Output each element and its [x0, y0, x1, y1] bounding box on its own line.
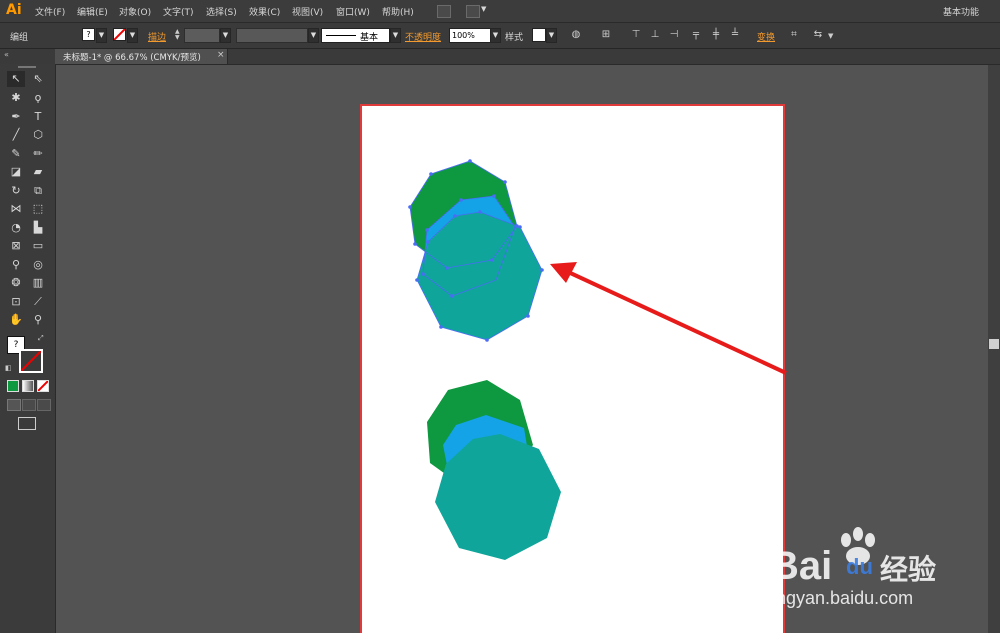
- watermark-jingyan: 经验: [880, 554, 937, 585]
- watermark-brand-suffix: du: [846, 554, 873, 579]
- baidu-watermark: Bai du 经验 jingyan.baidu.com: [768, 522, 1000, 612]
- shape-group[interactable]: [427, 380, 561, 560]
- selected-shape-group[interactable]: [408, 159, 544, 342]
- annotation-arrow: [550, 262, 787, 375]
- watermark-url: jingyan.baidu.com: [768, 588, 914, 608]
- scrollbar-thumb[interactable]: [989, 339, 999, 349]
- watermark-brand: Bai: [770, 544, 833, 588]
